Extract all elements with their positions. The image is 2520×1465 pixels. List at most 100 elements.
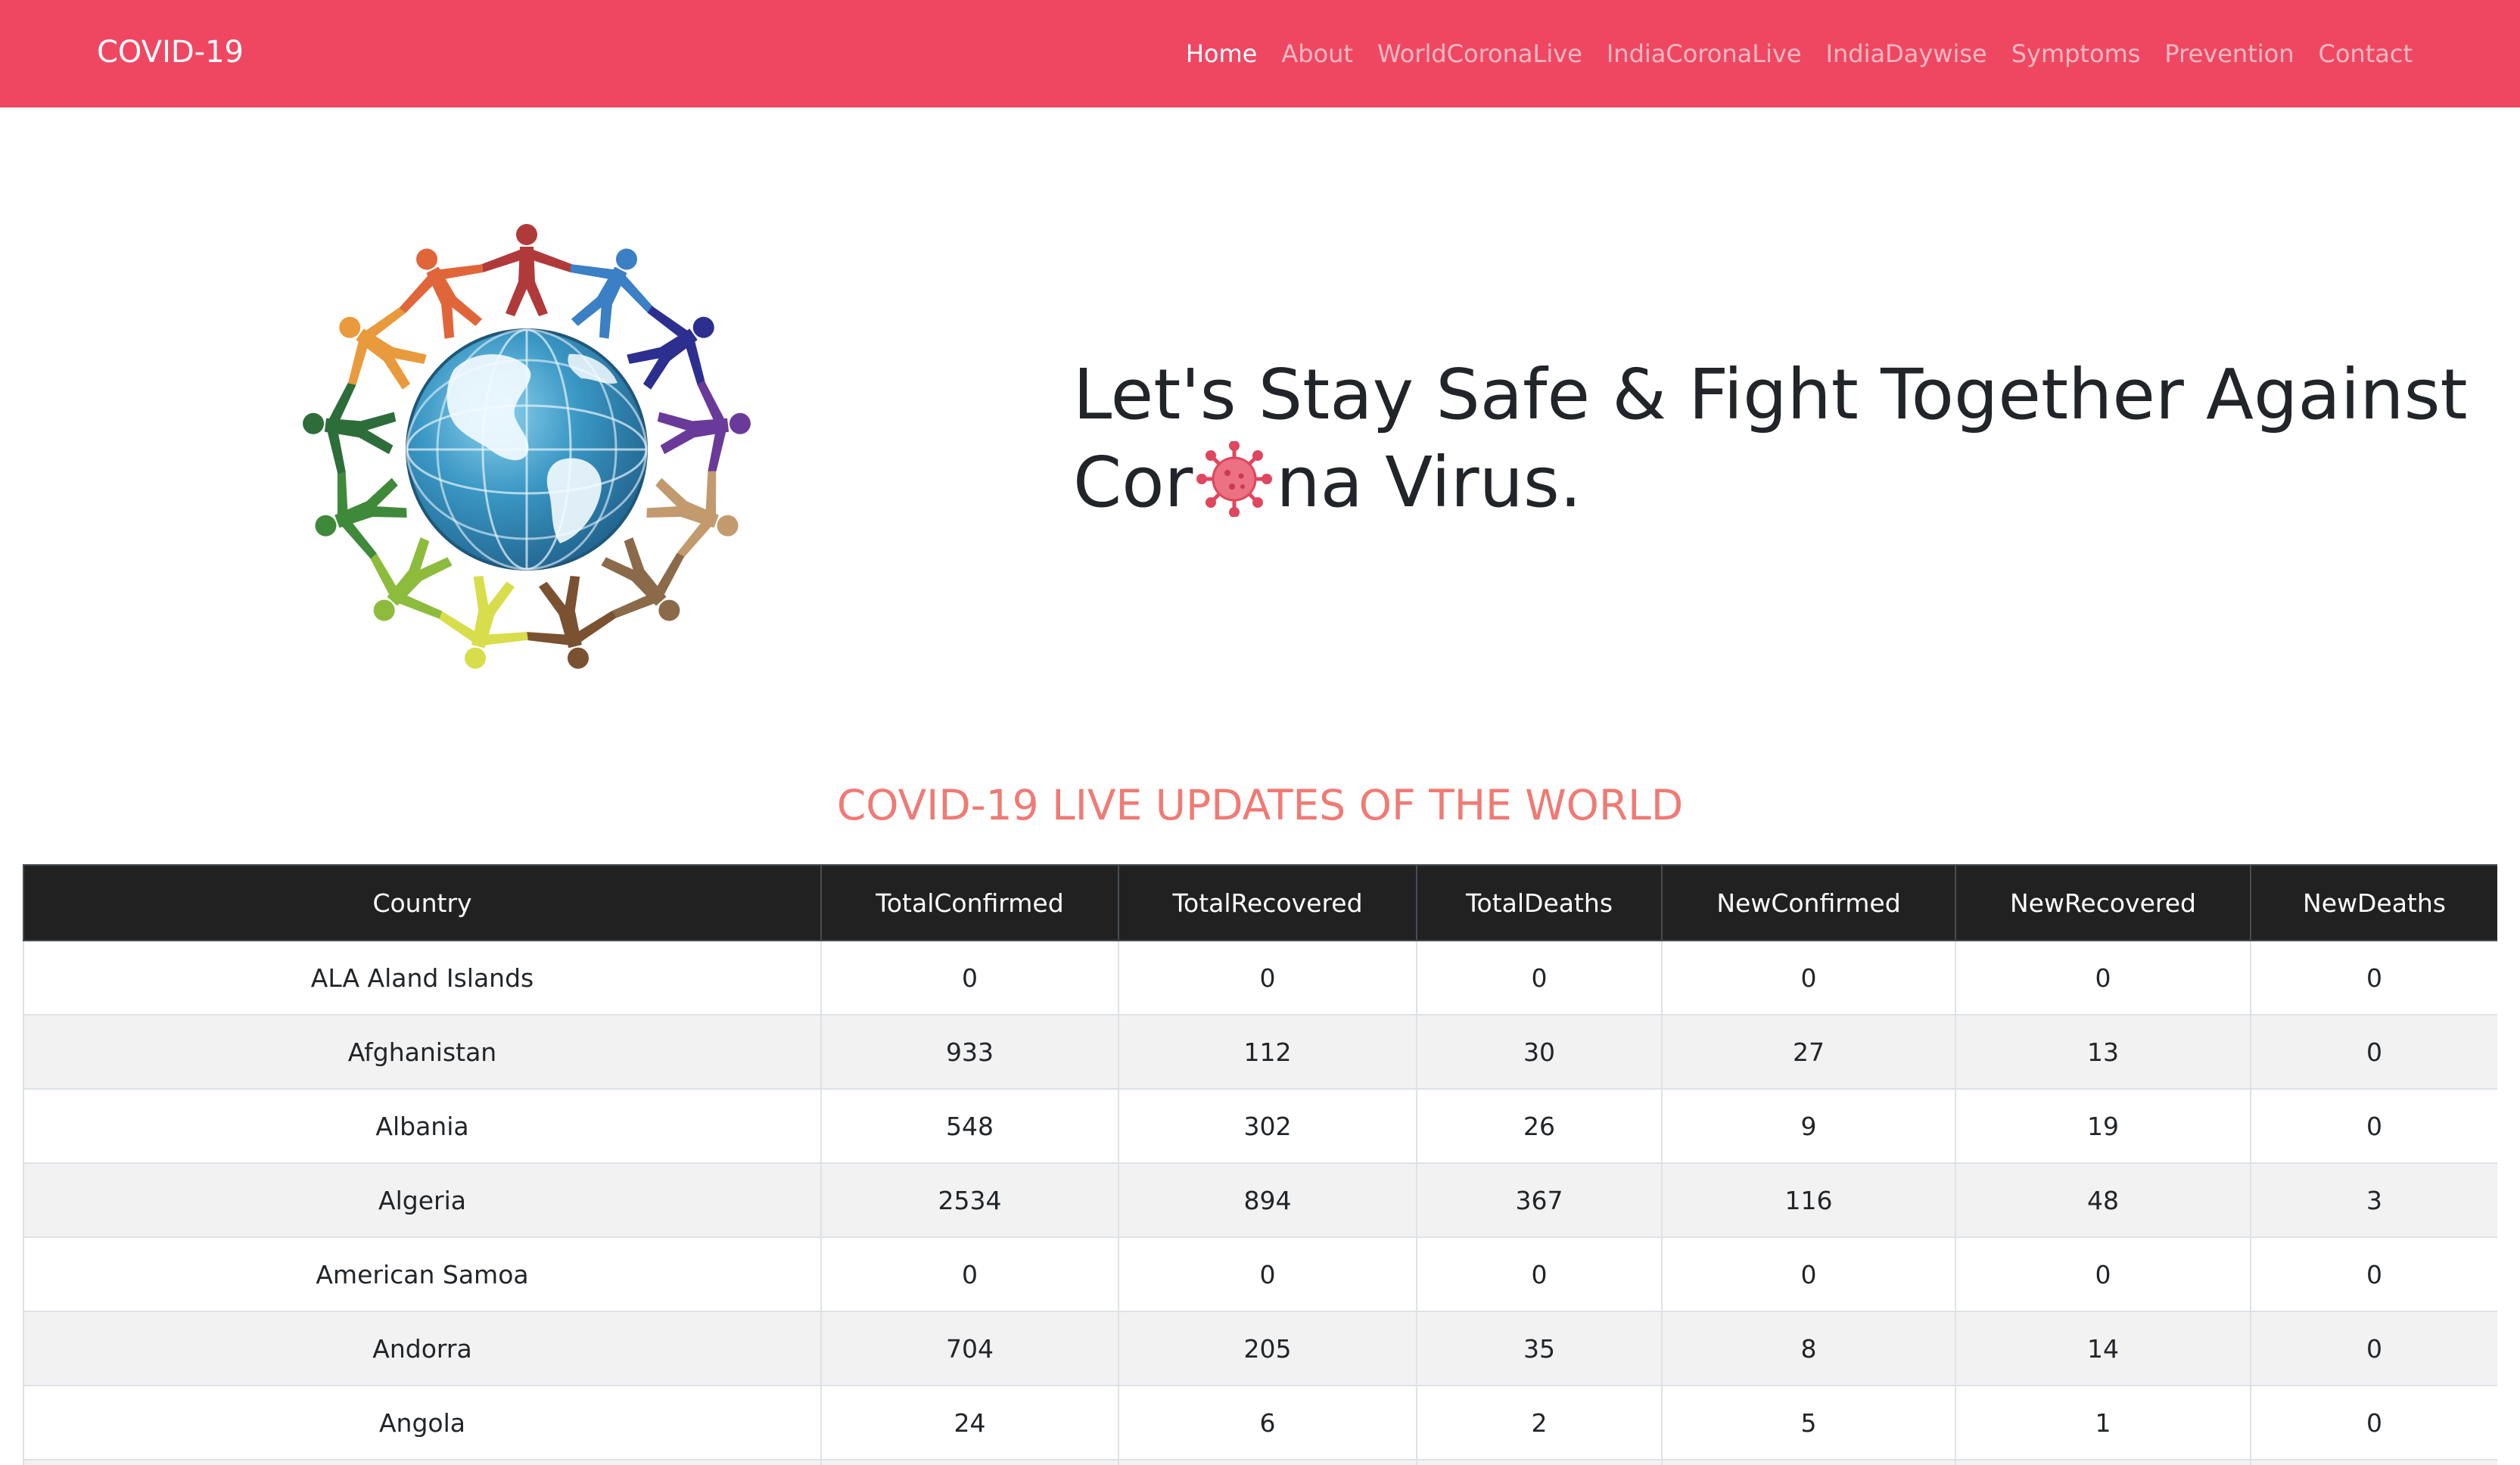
person-figure-icon	[646, 471, 739, 559]
table-cell	[1955, 1459, 2251, 1465]
table-cell: 14	[1955, 1311, 2251, 1386]
navbar: COVID-19 Home About WorldCoronaLive Indi…	[0, 0, 2520, 107]
person-figure-icon	[480, 224, 574, 316]
table-cell: 933	[820, 1014, 1119, 1090]
table-cell: 0	[1416, 1236, 1663, 1312]
table-cell: 2	[1416, 1385, 1663, 1460]
table-cell: 116	[1661, 1162, 1956, 1238]
table-row: Afghanistan 933 112 30 27 13 0	[23, 1014, 2497, 1090]
table-cell: 26	[1416, 1088, 1663, 1164]
nav-link-prevention[interactable]: Prevention	[2164, 39, 2294, 68]
table-cell: 894	[1118, 1162, 1417, 1238]
hero-title-line-1: Let's Stay Safe & Fight Together Against	[1073, 354, 2468, 435]
column-header-total-deaths: TotalDeaths	[1416, 864, 1663, 941]
globe-icon	[406, 328, 648, 571]
table-cell	[820, 1459, 1119, 1465]
covid-world-table: Country TotalConfirmed TotalRecovered To…	[23, 864, 2497, 1465]
table-cell: 0	[2250, 1311, 2497, 1386]
nav-link-symptoms[interactable]: Symptoms	[2011, 39, 2141, 68]
table-cell: 0	[2250, 940, 2497, 1016]
table-cell	[23, 1459, 822, 1465]
nav-link-about[interactable]: About	[1281, 39, 1353, 68]
table-cell: American Samoa	[23, 1236, 822, 1312]
covid-table-container: Country TotalConfirmed TotalRecovered To…	[23, 864, 2497, 1465]
table-cell	[1118, 1459, 1417, 1465]
table-cell: 27	[1661, 1014, 1956, 1090]
table-cell: 548	[820, 1088, 1119, 1164]
table-row: Andorra 704 205 35 8 14 0	[23, 1311, 2497, 1386]
table-cell: Albania	[23, 1088, 822, 1164]
table-cell: 30	[1416, 1014, 1663, 1090]
table-cell: 0	[1955, 940, 2251, 1016]
column-header-total-confirmed: TotalConfirmed	[820, 864, 1119, 941]
table-cell: 0	[2250, 1236, 2497, 1312]
table-header-row: Country TotalConfirmed TotalRecovered To…	[23, 864, 2497, 941]
table-cell	[1661, 1459, 1956, 1465]
table-cell: ALA Aland Islands	[23, 940, 822, 1016]
table-cell: 5	[1661, 1385, 1956, 1460]
table-row: Angola 24 6 2 5 1 0	[23, 1385, 2497, 1460]
table-cell: 9	[1661, 1088, 1956, 1164]
table-cell: 0	[2250, 1385, 2497, 1460]
table-cell: 205	[1118, 1311, 1417, 1386]
column-header-country: Country	[23, 864, 822, 941]
section-title: COVID-19 LIVE UPDATES OF THE WORLD	[836, 781, 1684, 829]
table-cell: 0	[2250, 1088, 2497, 1164]
table-cell: 48	[1955, 1162, 2251, 1238]
column-header-new-confirmed: NewConfirmed	[1661, 864, 1956, 941]
table-cell: 0	[1416, 940, 1663, 1016]
table-cell: 24	[820, 1385, 1119, 1460]
globe-people-illustration	[288, 210, 772, 680]
table-cell: Andorra	[23, 1311, 822, 1386]
column-header-new-recovered: NewRecovered	[1955, 864, 2251, 941]
table-cell: 0	[1118, 1236, 1417, 1312]
nav-link-india-corona-live[interactable]: IndiaCoronaLive	[1607, 39, 1802, 68]
table-row: American Samoa 0 0 0 0 0 0	[23, 1236, 2497, 1312]
hero-title-line-2-suffix: na Virus.	[1276, 442, 1582, 523]
nav-link-contact[interactable]: Contact	[2319, 39, 2413, 68]
table-cell: 2534	[820, 1162, 1119, 1238]
coronavirus-icon	[1194, 440, 1274, 518]
person-figure-icon	[399, 248, 484, 339]
table-cell: 0	[820, 1236, 1119, 1312]
table-cell: 1	[1955, 1385, 2251, 1460]
table-cell: 0	[1955, 1236, 2251, 1312]
table-cell: 19	[1955, 1088, 2251, 1164]
table-cell: Algeria	[23, 1162, 822, 1238]
brand-link[interactable]: COVID-19	[97, 0, 244, 107]
column-header-new-deaths: NewDeaths	[2250, 864, 2497, 941]
nav-link-india-daywise[interactable]: IndiaDaywise	[1826, 39, 1987, 68]
nav-link-home[interactable]: Home	[1186, 39, 1258, 68]
column-header-total-recovered: TotalRecovered	[1118, 864, 1417, 941]
nav-link-world-corona-live[interactable]: WorldCoronaLive	[1377, 39, 1582, 68]
table-cell: 3	[2250, 1162, 2497, 1238]
person-figure-icon	[657, 381, 751, 474]
hero-title-line-2-prefix: Cor	[1073, 442, 1193, 523]
table-cell	[1416, 1459, 1663, 1465]
table-cell	[2250, 1459, 2497, 1465]
person-figure-icon	[570, 248, 655, 339]
table-cell: 704	[820, 1311, 1119, 1386]
table-cell: 35	[1416, 1311, 1663, 1386]
person-figure-icon	[525, 576, 617, 669]
person-figure-icon	[303, 381, 397, 474]
person-figure-icon	[315, 471, 407, 559]
table-cell: Afghanistan	[23, 1014, 822, 1090]
table-cell: 0	[2250, 1014, 2497, 1090]
table-row: Albania 548 302 26 9 19 0	[23, 1088, 2497, 1164]
hero-title: Let's Stay Safe & Fight Together Against…	[1073, 351, 2481, 527]
table-row: ALA Aland Islands 0 0 0 0 0 0	[23, 940, 2497, 1016]
table-cell: 8	[1661, 1311, 1956, 1386]
table-cell: 0	[1661, 940, 1956, 1016]
table-cell: 367	[1416, 1162, 1663, 1238]
table-cell: 302	[1118, 1088, 1417, 1164]
table-cell: 6	[1118, 1385, 1417, 1460]
table-cell: 112	[1118, 1014, 1417, 1090]
table-cell: 13	[1955, 1014, 2251, 1090]
table-cell: 0	[1118, 940, 1417, 1016]
table-cell: 0	[820, 940, 1119, 1016]
table-row: Algeria 2534 894 367 116 48 3	[23, 1162, 2497, 1238]
table-cell: 0	[1661, 1236, 1956, 1312]
person-figure-icon	[437, 576, 528, 669]
table-row	[23, 1459, 2497, 1465]
